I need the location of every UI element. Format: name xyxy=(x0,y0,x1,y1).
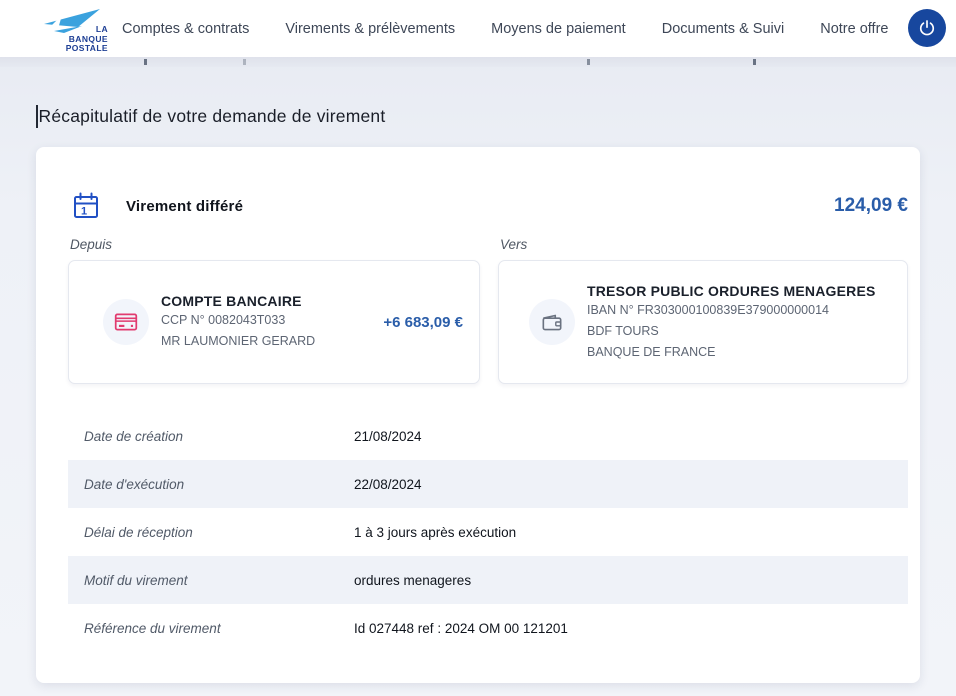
to-account-text: TRESOR PUBLIC ORDURES MENAGERES IBAN N° … xyxy=(587,283,876,362)
from-account-icon-circle xyxy=(103,299,149,345)
transfer-summary-card: 1 Virement différé 124,09 € Depuis Vers … xyxy=(36,147,920,683)
clipped-text-fragment xyxy=(753,59,756,65)
detail-value: 21/08/2024 xyxy=(354,429,422,444)
clipped-text-fragment xyxy=(243,59,246,65)
wallet-icon xyxy=(539,309,565,335)
transfer-type-row: 1 Virement différé xyxy=(70,190,908,222)
detail-row-creation-date: Date de création 21/08/2024 xyxy=(68,412,908,460)
logout-button[interactable] xyxy=(908,9,946,47)
to-account-inner: TRESOR PUBLIC ORDURES MENAGERES IBAN N° … xyxy=(499,261,907,383)
from-label: Depuis xyxy=(70,237,112,252)
logo-wordmark: LA BANQUE POSTALE xyxy=(66,25,108,54)
clipped-text-fragment xyxy=(587,59,590,65)
to-account-name: TRESOR PUBLIC ORDURES MENAGERES xyxy=(587,283,876,299)
to-account-bank: BANQUE DE FRANCE xyxy=(587,343,876,362)
from-account-balance: +6 683,09 € xyxy=(383,314,463,331)
to-account-branch: BDF TOURS xyxy=(587,322,876,341)
nav-item-virements-prelevements[interactable]: Virements & prélèvements xyxy=(285,21,455,37)
from-account-inner: COMPTE BANCAIRE CCP N° 0082043T033 MR LA… xyxy=(69,261,479,383)
transfer-amount: 124,09 € xyxy=(834,195,908,217)
to-label: Vers xyxy=(500,237,527,252)
power-icon xyxy=(917,18,937,38)
detail-row-reference: Référence du virement Id 027448 ref : 20… xyxy=(68,604,908,652)
calendar-icon: 1 xyxy=(70,190,102,222)
detail-row-execution-date: Date d'exécution 22/08/2024 xyxy=(68,460,908,508)
transfer-type-label: Virement différé xyxy=(126,198,243,215)
detail-value: ordures menageres xyxy=(354,573,471,588)
detail-value: 22/08/2024 xyxy=(354,477,422,492)
main-nav: Comptes & contrats Virements & prélèveme… xyxy=(122,0,888,57)
detail-row-reception-delay: Délai de réception 1 à 3 jours après exé… xyxy=(68,508,908,556)
detail-value: Id 027448 ref : 2024 OM 00 121201 xyxy=(354,621,568,636)
detail-label: Délai de réception xyxy=(84,525,354,540)
bank-logo[interactable]: LA BANQUE POSTALE xyxy=(38,5,110,53)
scrolled-content-strip xyxy=(0,57,956,67)
detail-label: Date de création xyxy=(84,429,354,444)
logo-line-postale: POSTALE xyxy=(66,44,108,54)
to-account-card[interactable]: TRESOR PUBLIC ORDURES MENAGERES IBAN N° … xyxy=(498,260,908,384)
nav-item-moyens-paiement[interactable]: Moyens de paiement xyxy=(491,21,626,37)
detail-label: Date d'exécution xyxy=(84,477,354,492)
nav-item-comptes-contrats[interactable]: Comptes & contrats xyxy=(122,21,249,37)
clipped-text-fragment xyxy=(144,59,147,65)
nav-item-notre-offre[interactable]: Notre offre xyxy=(820,21,888,37)
from-account-holder: MR LAUMONIER GERARD xyxy=(161,332,315,351)
detail-row-motif: Motif du virement ordures menageres xyxy=(68,556,908,604)
to-account-icon-circle xyxy=(529,299,575,345)
svg-text:1: 1 xyxy=(81,206,87,218)
nav-item-documents-suivi[interactable]: Documents & Suivi xyxy=(662,21,785,37)
to-account-iban: IBAN N° FR303000100839E379000000014 xyxy=(587,301,876,320)
page-title: Récapitulatif de votre demande de vireme… xyxy=(39,106,386,127)
detail-label: Motif du virement xyxy=(84,573,354,588)
from-account-number: CCP N° 0082043T033 xyxy=(161,311,315,330)
from-account-text: COMPTE BANCAIRE CCP N° 0082043T033 MR LA… xyxy=(161,293,315,351)
top-navigation-bar: LA BANQUE POSTALE Comptes & contrats Vir… xyxy=(0,0,956,57)
text-cursor xyxy=(36,105,38,128)
from-account-card[interactable]: COMPTE BANCAIRE CCP N° 0082043T033 MR LA… xyxy=(68,260,480,384)
page-header: Récapitulatif de votre demande de vireme… xyxy=(36,105,385,128)
detail-value: 1 à 3 jours après exécution xyxy=(354,525,516,540)
from-account-name: COMPTE BANCAIRE xyxy=(161,293,315,309)
bank-card-icon xyxy=(113,309,139,335)
detail-label: Référence du virement xyxy=(84,621,354,636)
transfer-details-list: Date de création 21/08/2024 Date d'exécu… xyxy=(68,412,908,652)
